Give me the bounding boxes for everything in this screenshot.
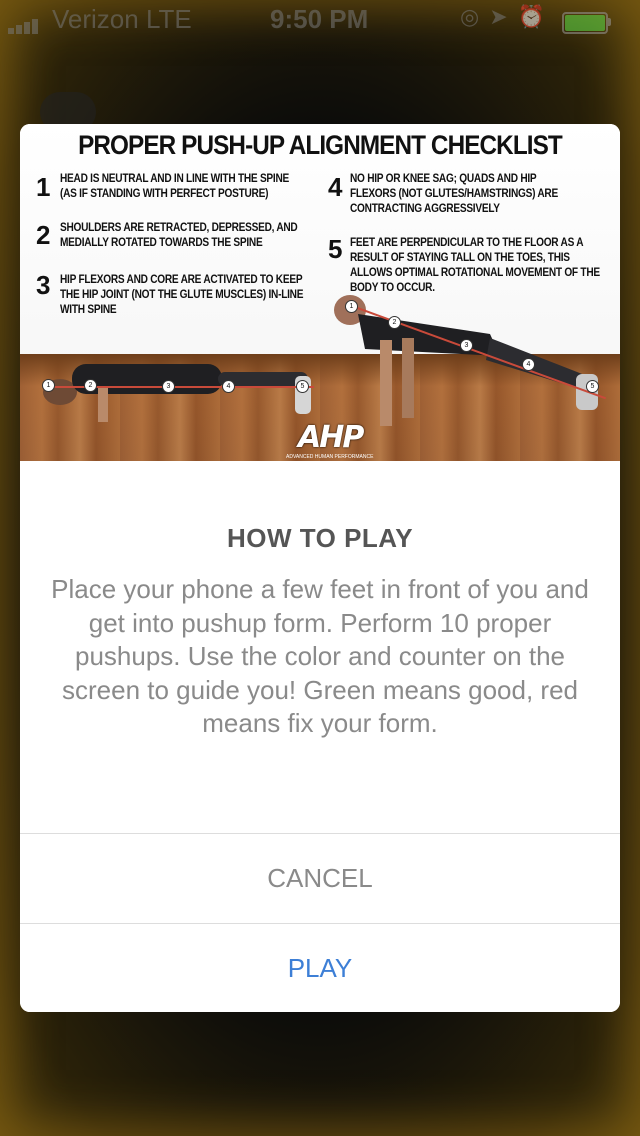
play-button[interactable]: PLAY	[20, 923, 620, 1012]
ahp-logo-subtitle: ADVANCED HUMAN PERFORMANCE	[286, 454, 374, 460]
status-bar: Verizon LTE 9:50 PM ◎➤⏰	[0, 0, 640, 40]
alignment-marker: 4	[522, 358, 535, 371]
alignment-marker: 2	[388, 316, 401, 329]
alignment-marker: 1	[345, 300, 358, 313]
alignment-marker: 1	[42, 379, 55, 392]
alarm-icon: ⏰	[517, 4, 556, 29]
status-icons: ◎➤⏰	[460, 4, 555, 30]
alignment-marker: 5	[296, 380, 309, 393]
cancel-button[interactable]: CANCEL	[20, 833, 620, 923]
ahp-logo: AHP	[298, 420, 364, 455]
battery-fill	[565, 15, 605, 31]
alignment-marker: 4	[222, 380, 235, 393]
alignment-marker: 3	[162, 380, 175, 393]
status-time: 9:50 PM	[270, 4, 369, 34]
how-to-play-dialog: PROPER PUSH-UP ALIGNMENT CHECKLIST 1 HEA…	[20, 124, 620, 1012]
navigation-icon: ➤	[489, 4, 518, 29]
signal-icon	[8, 10, 40, 41]
alignment-marker: 5	[586, 380, 599, 393]
pushup-checklist-image: PROPER PUSH-UP ALIGNMENT CHECKLIST 1 HEA…	[20, 124, 620, 461]
dialog-title: HOW TO PLAY	[226, 523, 414, 553]
carrier-label: Verizon LTE	[52, 4, 192, 34]
battery-icon	[562, 12, 611, 34]
low-pushup-figure	[43, 364, 311, 422]
alignment-marker: 2	[84, 379, 97, 392]
alignment-marker: 3	[460, 339, 473, 352]
pushup-figures	[43, 295, 598, 426]
dialog-content: HOW TO PLAY Place your phone a few feet …	[20, 461, 620, 833]
location-icon: ◎	[460, 4, 490, 29]
dialog-message: Place your phone a few feet in front of …	[51, 574, 589, 738]
